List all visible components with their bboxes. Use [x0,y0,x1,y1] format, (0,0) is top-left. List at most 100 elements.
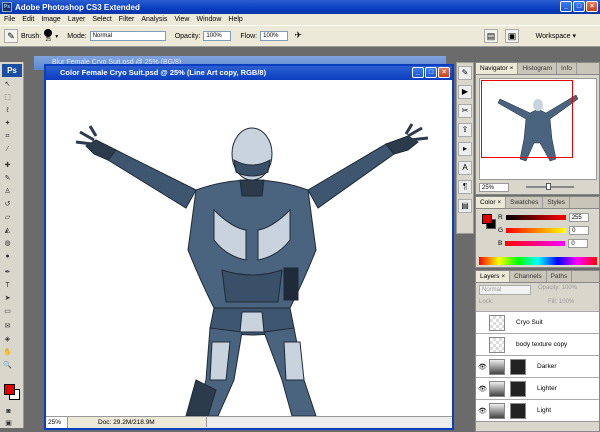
layer-row[interactable]: Cryo Suit [476,311,599,333]
pen-tool-icon[interactable]: ✒ [3,268,12,277]
tab-histogram[interactable]: Histogram [518,63,558,74]
layer-comps-icon[interactable]: ▤ [458,199,472,213]
doc-maximize-button[interactable]: □ [425,67,437,78]
mode-select[interactable]: Normal [89,31,166,41]
slider-g[interactable] [506,227,567,233]
actions-panel-icon[interactable]: ▸ [458,142,472,156]
document-title: Color Female Cryo Suit.psd @ 25% (Line A… [60,68,267,77]
tab-styles[interactable]: Styles [543,197,571,208]
character-panel-icon[interactable]: A [458,161,472,175]
navigator-view-box[interactable] [481,80,573,158]
menu-window[interactable]: Window [196,16,221,23]
hand-tool-icon[interactable]: ✋ [3,348,12,357]
navigator-thumbnail[interactable] [479,78,597,180]
3d-tool-icon[interactable]: ◈ [3,335,12,344]
marquee-tool-icon[interactable]: ⬚ [3,93,12,102]
layer-row[interactable]: 👁 Lighter [476,377,599,399]
brush-tool-preset-icon[interactable]: ✎ [4,29,18,43]
workspace-menu[interactable]: Workspace ▾ [536,32,576,40]
eye-icon[interactable]: 👁 [476,363,489,371]
brush-tool-icon[interactable]: ✎ [3,174,12,183]
maximize-button[interactable]: □ [573,1,585,12]
document-info[interactable]: Doc: 29.2M/218.9M [98,417,155,428]
value-b[interactable]: 0 [568,238,589,248]
color-foreground-swatch[interactable] [482,214,492,224]
foreground-color-swatch[interactable] [4,384,15,395]
menu-select[interactable]: Select [92,16,111,23]
airbrush-icon[interactable]: ✈ [291,29,305,43]
tab-info[interactable]: Info [557,63,577,74]
type-tool-icon[interactable]: T [3,281,12,290]
navigator-zoom-knob[interactable] [546,183,551,190]
quick-select-tool-icon[interactable]: ✦ [3,119,12,128]
tab-swatches[interactable]: Swatches [506,197,544,208]
tab-channels[interactable]: Channels [510,271,547,282]
horizontal-scrollbar[interactable] [206,417,450,427]
path-select-tool-icon[interactable]: ➤ [3,294,12,303]
layer-opacity[interactable]: Opacity: 100% [538,285,577,291]
opacity-field[interactable]: 100% [203,31,232,41]
lasso-tool-icon[interactable]: ℓ [3,106,12,115]
crop-tool-icon[interactable]: ⌗ [3,132,12,141]
shape-tool-icon[interactable]: ▭ [3,307,12,316]
value-g[interactable]: 0 [569,225,590,235]
healing-tool-icon[interactable]: ✚ [3,161,12,170]
move-tool-icon[interactable]: ↖ [3,80,12,89]
tab-paths[interactable]: Paths [547,271,573,282]
menu-file[interactable]: File [4,16,15,23]
brush-picker[interactable]: 25 [44,29,53,43]
document-zoom-field[interactable]: 25% [46,417,68,428]
bridge-icon[interactable]: ▣ [505,29,519,43]
eye-icon[interactable]: 👁 [476,407,489,415]
tab-layers[interactable]: Layers × [476,271,511,282]
value-r[interactable]: 255 [568,212,589,222]
menu-view[interactable]: View [174,16,189,23]
navigator-zoom-field[interactable]: 25% [479,183,509,192]
blend-mode-select[interactable]: Normal [479,285,531,295]
menu-image[interactable]: Image [41,16,60,23]
close-button[interactable]: × [586,1,598,12]
menu-edit[interactable]: Edit [22,16,34,23]
tool-presets-icon[interactable]: ▶ [458,85,472,99]
layer-row[interactable]: 👁 Darker [476,355,599,377]
layers-panel: Layers × Channels Paths Normal Opacity: … [475,270,600,432]
history-panel-icon[interactable]: ⇪ [458,123,472,137]
tab-color[interactable]: Color × [476,197,507,208]
flow-field[interactable]: 100% [260,31,289,41]
brushes-panel-icon[interactable]: ✎ [458,66,472,80]
tab-navigator[interactable]: Navigator × [476,63,519,74]
quick-mask-icon[interactable]: ◙ [4,407,13,416]
layer-row[interactable]: 👁 Light [476,399,599,421]
color-spectrum[interactable] [479,257,597,265]
paragraph-panel-icon[interactable]: ¶ [458,180,472,194]
slider-b[interactable] [505,240,566,246]
workspace-background [454,234,475,432]
paint-bucket-tool-icon[interactable]: ◭ [3,226,12,235]
minimize-button[interactable]: _ [560,1,572,12]
menu-analysis[interactable]: Analysis [141,16,167,23]
clone-stamp-tool-icon[interactable]: ♙ [3,187,12,196]
slider-r[interactable] [505,214,566,220]
zoom-tool-icon[interactable]: 🔍 [3,361,12,370]
menu-help[interactable]: Help [228,16,242,23]
doc-close-button[interactable]: × [438,67,450,78]
menu-filter[interactable]: Filter [119,16,135,23]
layer-row[interactable]: body texture copy [476,333,599,355]
notes-tool-icon[interactable]: ✉ [3,322,12,331]
dodge-tool-icon[interactable]: ● [3,252,12,261]
palette-well-icon[interactable]: ▤ [484,29,498,43]
eyedropper-tool-icon[interactable]: ⁄ [3,145,12,154]
blur-tool-icon[interactable]: ◍ [3,239,12,248]
brush-dropdown-icon[interactable]: ▾ [55,33,58,40]
menu-layer[interactable]: Layer [68,16,86,23]
screen-mode-icon[interactable]: ▣ [4,419,13,428]
doc-minimize-button[interactable]: _ [412,67,424,78]
canvas[interactable] [46,80,452,416]
eye-icon[interactable]: 👁 [476,385,489,393]
layer-fill[interactable]: Fill: 100% [548,299,574,305]
eraser-tool-icon[interactable]: ▱ [3,213,12,222]
layer-mask-thumbnail [510,402,526,419]
clone-source-icon[interactable]: ✂ [458,104,472,118]
navigator-zoom-slider[interactable] [526,183,574,190]
history-brush-tool-icon[interactable]: ↺ [3,200,12,209]
